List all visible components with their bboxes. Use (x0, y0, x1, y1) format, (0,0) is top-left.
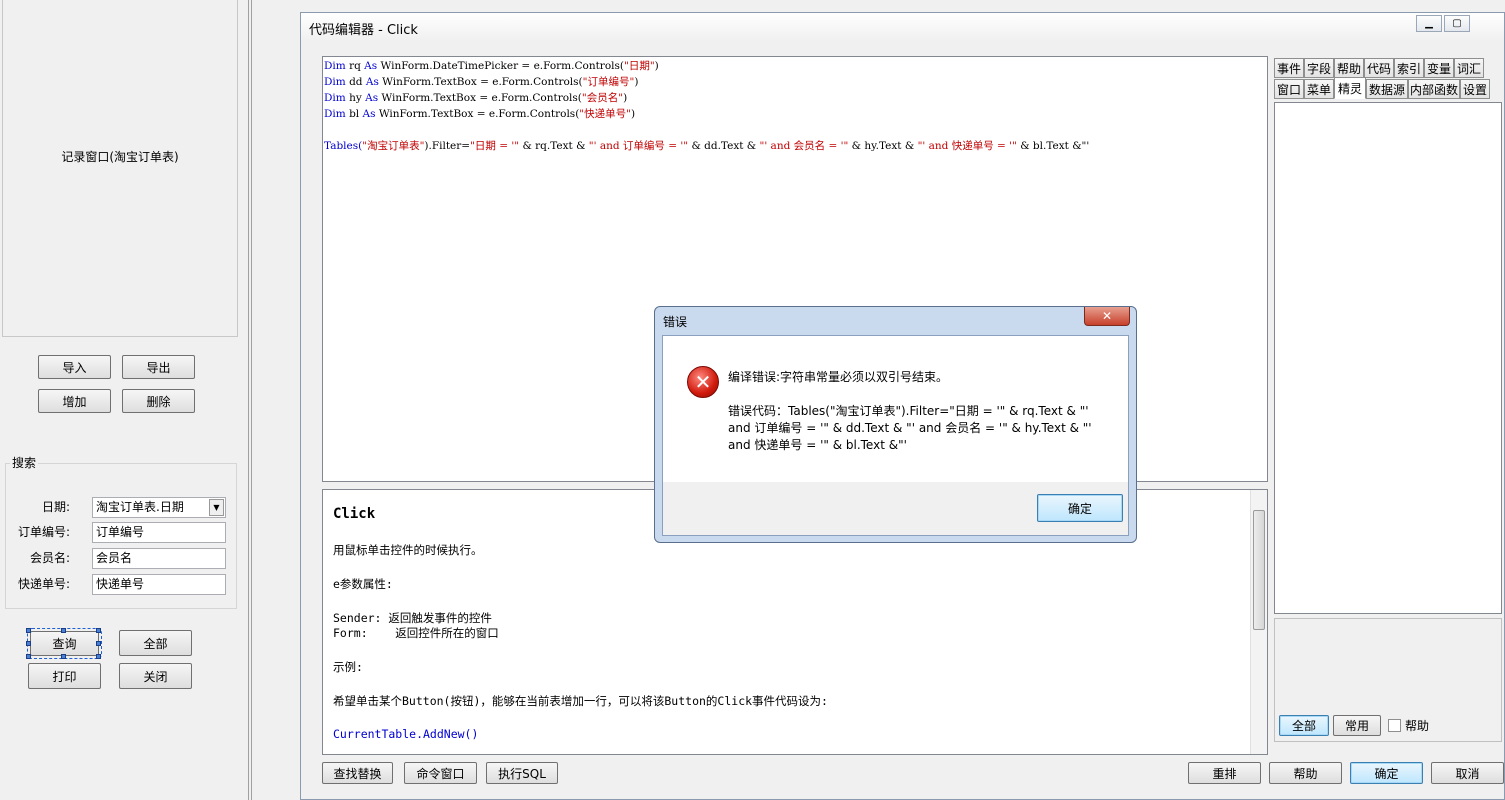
date-picker[interactable]: 淘宝订单表.日期 ▼ (92, 497, 226, 518)
minimize-icon[interactable]: ▁ (1416, 15, 1442, 32)
export-button[interactable]: 导出 (122, 355, 195, 379)
find-replace-button[interactable]: 查找替换 (322, 762, 393, 784)
member-name-input[interactable]: 会员名 (92, 548, 226, 569)
help-title: Click (333, 506, 376, 522)
tab-menu[interactable]: 菜单 (1304, 79, 1334, 99)
error-code-line: and 订单编号 = '" & dd.Text & "' and 会员名 = '… (728, 421, 1092, 435)
import-button[interactable]: 导入 (38, 355, 111, 379)
resize-handle[interactable] (26, 641, 31, 646)
tab-help[interactable]: 帮助 (1334, 58, 1364, 78)
resize-handle[interactable] (26, 654, 31, 659)
code-line-1: Dim rq As WinForm.DateTimePicker = e.For… (324, 60, 659, 72)
code-line-3: Dim hy As WinForm.TextBox = e.Form.Contr… (324, 92, 628, 104)
tab-fields[interactable]: 字段 (1304, 58, 1334, 78)
tab-index[interactable]: 索引 (1394, 58, 1424, 78)
resize-handle[interactable] (61, 654, 66, 659)
cancel-button[interactable]: 取消 (1431, 762, 1504, 784)
exec-sql-button[interactable]: 执行SQL (486, 762, 558, 784)
dialog-message-area: ✕ 编译错误:字符串常量必须以双引号结束。 错误代码：Tables("淘宝订单表… (663, 336, 1128, 482)
help-line: 希望单击某个Button(按钮)，能够在当前表增加一行，可以将该Button的C… (333, 694, 828, 708)
rearrange-button[interactable]: 重排 (1188, 762, 1261, 784)
maximize-icon[interactable]: ▢ (1444, 15, 1470, 32)
help-checkbox-label: 帮助 (1405, 719, 1430, 733)
command-window-button[interactable]: 命令窗口 (404, 762, 477, 784)
help-line: e参数属性: (333, 577, 393, 591)
tab-variables[interactable]: 变量 (1424, 58, 1454, 78)
designer-border (248, 0, 249, 800)
help-line: 示例: (333, 660, 363, 674)
help-line: Sender: 返回触发事件的控件 (333, 611, 492, 625)
help-line: Form: 返回控件所在的窗口 (333, 626, 499, 640)
date-picker-value: 淘宝订单表.日期 (96, 500, 184, 514)
tab-internal-functions[interactable]: 内部函数 (1408, 79, 1460, 99)
tab-datasource[interactable]: 数据源 (1366, 79, 1408, 99)
scrollbar-thumb[interactable] (1253, 510, 1265, 630)
tab-window[interactable]: 窗口 (1274, 79, 1304, 99)
tracking-number-input[interactable]: 快递单号 (92, 574, 226, 595)
show-all-button[interactable]: 全部 (1279, 715, 1329, 736)
print-button[interactable]: 打印 (28, 663, 101, 689)
wizard-list[interactable] (1274, 102, 1502, 614)
order-number-input[interactable]: 订单编号 (92, 522, 226, 543)
all-button[interactable]: 全部 (119, 630, 192, 656)
side-panel: 事件 字段 帮助 代码 索引 变量 词汇 窗口 菜单 精灵 数据源 内部函数 设… (1274, 56, 1504, 746)
editor-titlebar: 代码编辑器 - Click ▁ ▢ (301, 13, 1504, 41)
help-line: CurrentTable.AddNew() (333, 727, 479, 741)
wizard-detail-pane: 全部 常用 帮助 (1274, 618, 1502, 742)
resize-handle[interactable] (26, 628, 31, 633)
help-button[interactable]: 帮助 (1269, 762, 1342, 784)
resize-handle[interactable] (61, 628, 66, 633)
tab-events[interactable]: 事件 (1274, 58, 1304, 78)
help-line: 用鼠标单击控件的时候执行。 (333, 543, 483, 557)
code-line-2: Dim dd As WinForm.TextBox = e.Form.Contr… (324, 76, 639, 88)
help-scrollbar[interactable] (1250, 490, 1267, 754)
tab-settings[interactable]: 设置 (1460, 79, 1490, 99)
error-icon: ✕ (687, 366, 719, 398)
tab-vocabulary[interactable]: 词汇 (1454, 58, 1484, 78)
editor-title: 代码编辑器 - Click (309, 23, 418, 38)
error-code-line: and 快递单号 = '" & bl.Text &"' (728, 438, 907, 452)
ok-button[interactable]: 确定 (1350, 762, 1423, 784)
dialog-ok-button[interactable]: 确定 (1037, 494, 1123, 522)
tracking-number-label: 快递单号: (17, 577, 70, 591)
date-field-label: 日期: (41, 500, 70, 514)
query-button[interactable]: 查询 (27, 628, 102, 659)
error-code-line: 错误代码：Tables("淘宝订单表").Filter="日期 = '" & r… (728, 404, 1089, 418)
close-button[interactable]: 关闭 (119, 663, 192, 689)
member-name-label: 会员名: (29, 551, 70, 565)
error-dialog: 错误 ✕ ✕ 编译错误:字符串常量必须以双引号结束。 错误代码：Tables("… (654, 306, 1137, 543)
tab-code[interactable]: 代码 (1364, 58, 1394, 78)
resize-handle[interactable] (96, 654, 101, 659)
resize-handle[interactable] (96, 628, 101, 633)
dialog-title: 错误 (663, 315, 688, 329)
close-icon[interactable]: ✕ (1084, 307, 1130, 326)
common-button[interactable]: 常用 (1333, 715, 1381, 736)
chevron-down-icon[interactable]: ▼ (209, 499, 224, 516)
error-message: 编译错误:字符串常量必须以双引号结束。 (728, 370, 949, 384)
delete-button[interactable]: 删除 (122, 389, 195, 413)
search-group-label: 搜索 (10, 454, 39, 471)
dialog-body: ✕ 编译错误:字符串常量必须以双引号结束。 错误代码：Tables("淘宝订单表… (662, 335, 1129, 536)
record-window-control[interactable]: 记录窗口(淘宝订单表) (2, 0, 238, 337)
code-line-4: Dim bl As WinForm.TextBox = e.Form.Contr… (324, 108, 636, 120)
add-button[interactable]: 增加 (38, 389, 111, 413)
help-checkbox[interactable] (1388, 719, 1401, 732)
order-number-label: 订单编号: (17, 525, 70, 539)
resize-handle[interactable] (96, 641, 101, 646)
tab-wizard[interactable]: 精灵 (1334, 77, 1366, 99)
code-line-6: Tables("淘宝订单表").Filter="日期 = '" & rq.Tex… (324, 140, 1090, 152)
record-window-label: 记录窗口(淘宝订单表) (61, 150, 179, 164)
